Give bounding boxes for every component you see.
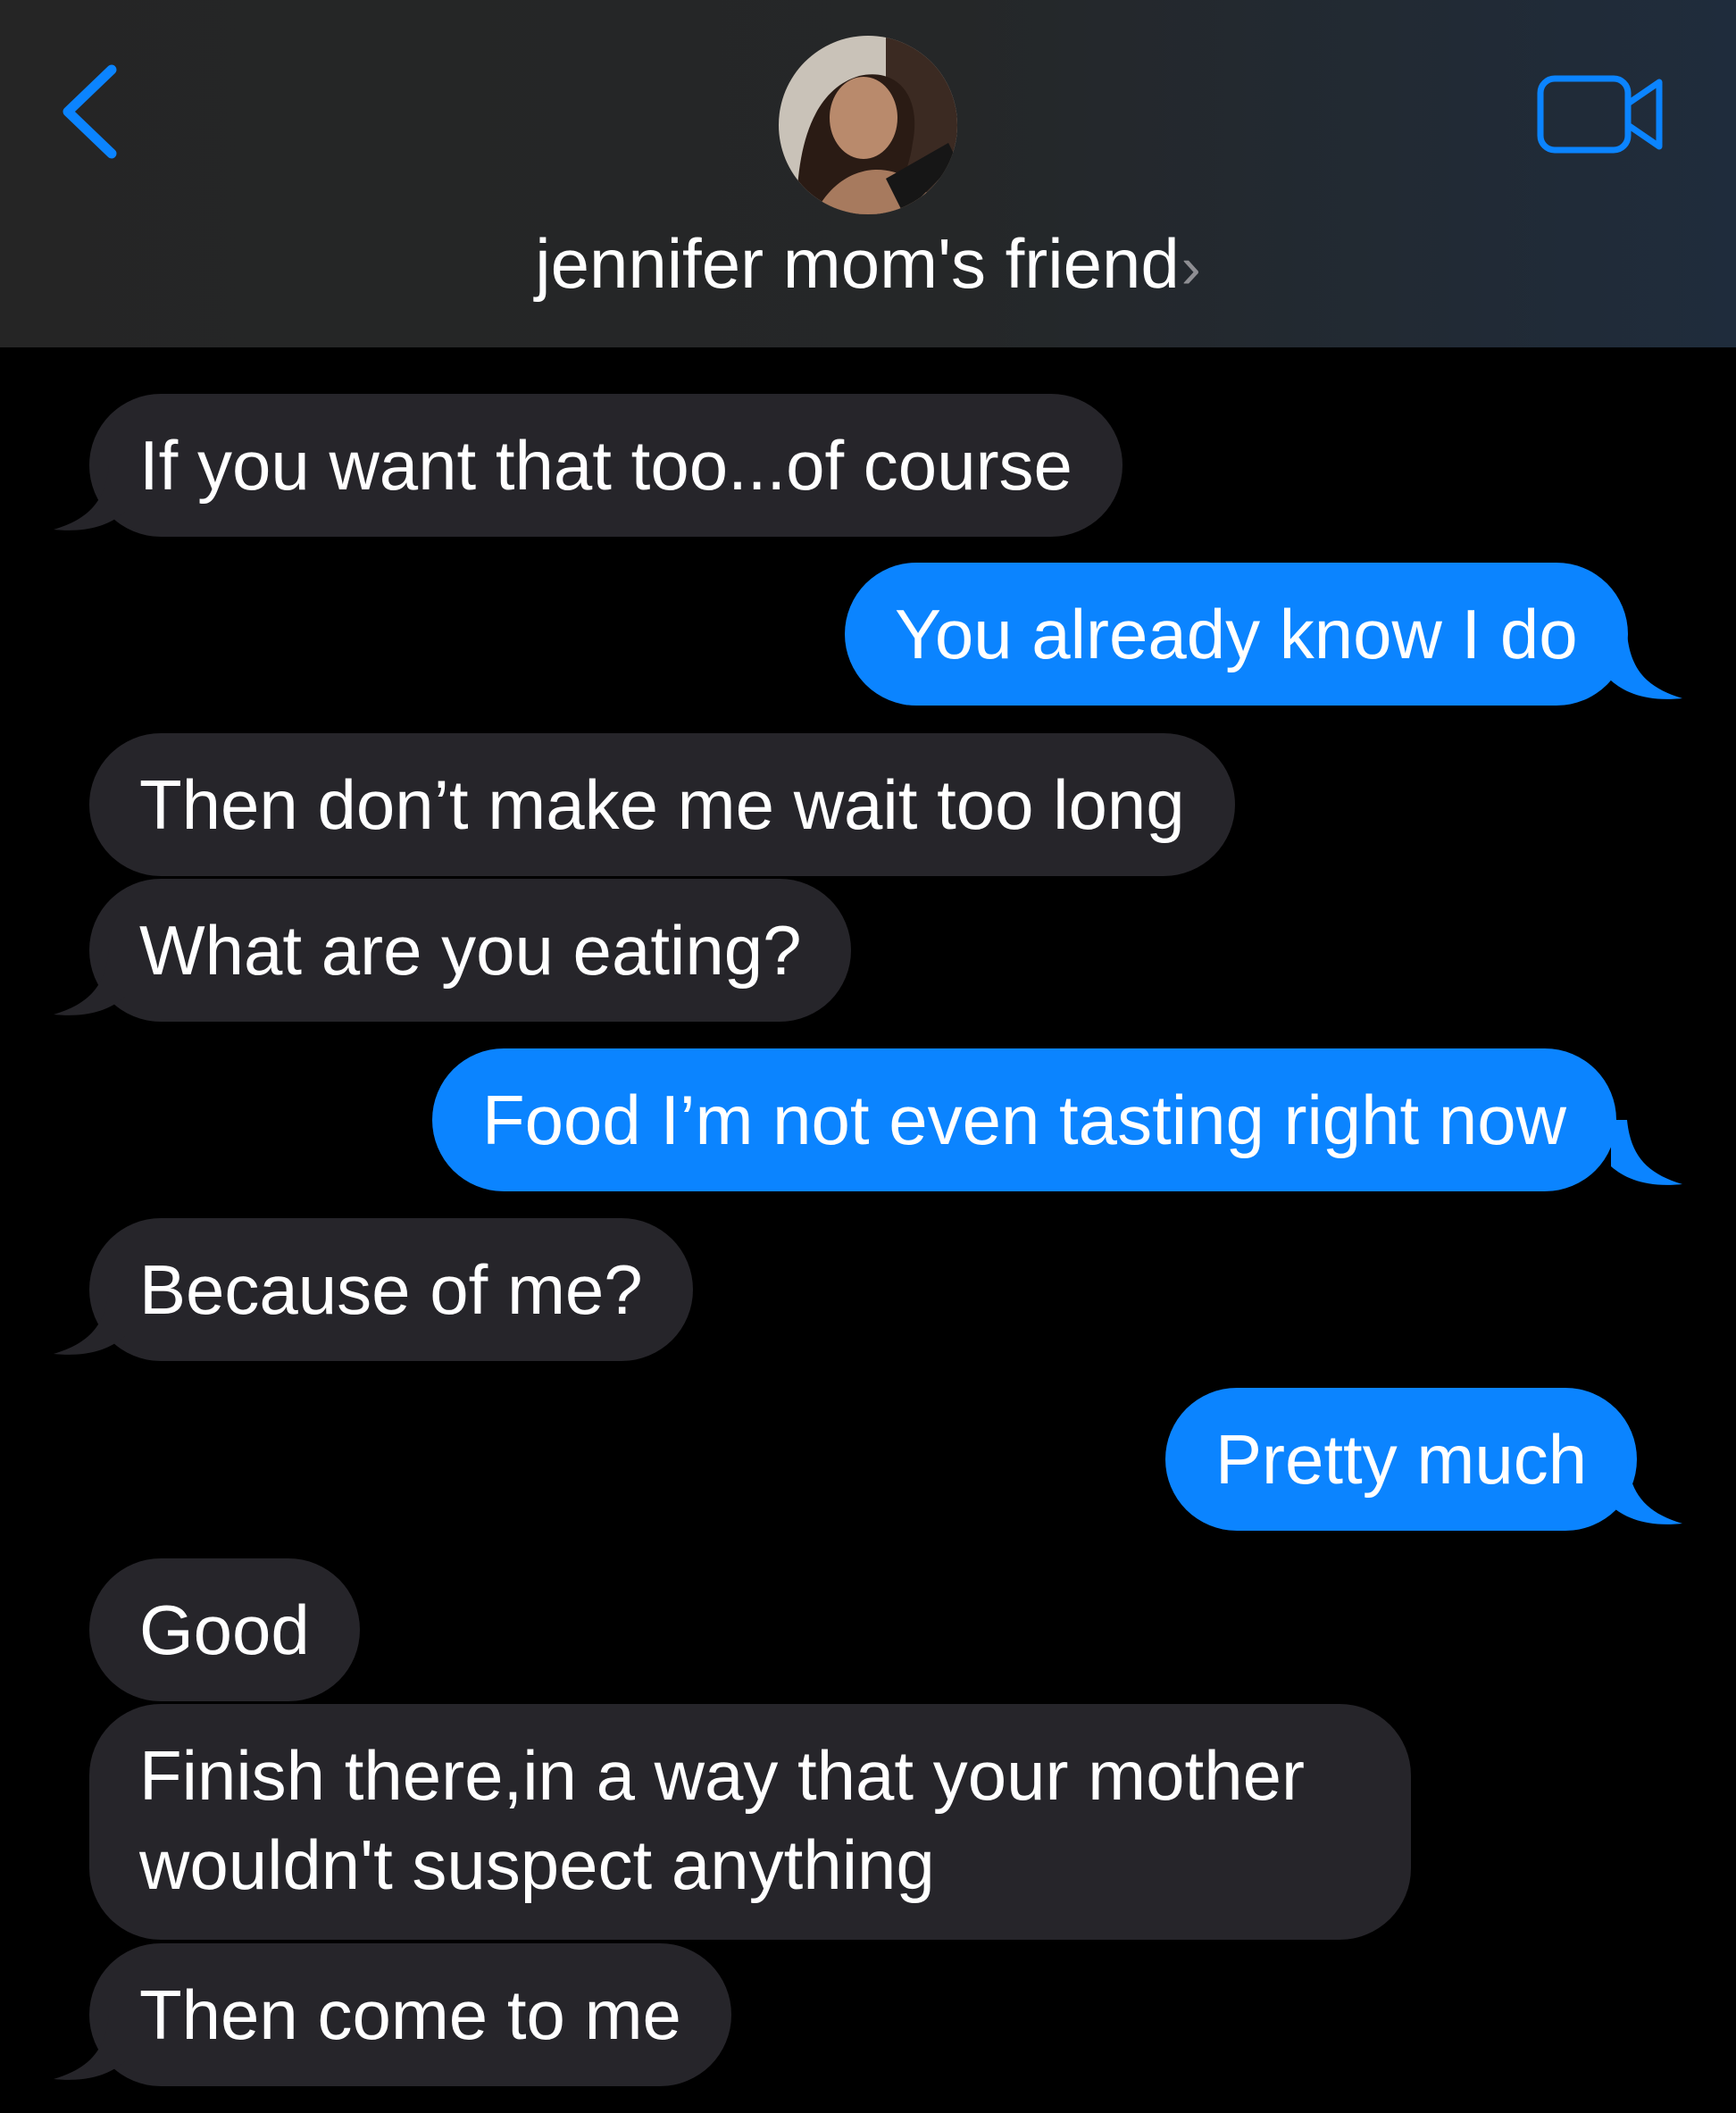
message-text: Because of me? [139,1250,643,1329]
bubble-tail [54,950,125,1015]
message-text: Food I’m not even tasting right now [482,1081,1566,1159]
video-camera-icon [1537,75,1663,154]
outgoing-message-bubble[interactable]: You already know I do [845,563,1628,706]
incoming-message-bubble[interactable]: Then don’t make me wait too long [89,733,1235,876]
message-text: If you want that too...of course [139,426,1072,505]
conversation-header: jennifer mom's friend› [0,0,1736,347]
outgoing-message-bubble[interactable]: Pretty much [1165,1388,1638,1531]
incoming-message-bubble[interactable]: Good [89,1558,360,1701]
incoming-message-bubble[interactable]: What are you eating? [89,879,852,1022]
facetime-video-button[interactable] [1536,71,1670,161]
incoming-message-bubble[interactable]: Because of me? [89,1218,693,1361]
incoming-message-bubble[interactable]: If you want that too...of course [89,394,1123,537]
message-text: Then don’t make me wait too long [139,765,1185,844]
message-text: Pretty much [1215,1420,1588,1499]
incoming-message-bubble[interactable]: Finish there,in a way that your mother w… [89,1704,1411,1940]
bubble-tail [1611,634,1682,699]
back-button[interactable] [45,54,134,170]
message-text: Then come to me [139,1975,681,2054]
incoming-message-bubble[interactable]: Then come to me [89,1943,731,2086]
contact-name: jennifer mom's friend [535,224,1180,303]
bubble-tail [54,1290,125,1355]
bubble-tail [54,465,125,530]
outgoing-message-bubble[interactable]: Food I’m not even tasting right now [432,1048,1616,1191]
message-text: Good [139,1591,310,1669]
bubble-tail [1611,1459,1682,1524]
message-text: What are you eating? [139,911,802,990]
bubble-tail [1611,1120,1682,1185]
chevron-left-icon [63,64,117,159]
contact-name-button[interactable]: jennifer mom's friend› [0,223,1736,304]
bubble-tail [54,2015,125,2080]
chevron-right-icon: › [1181,234,1201,300]
message-text: You already know I do [895,595,1578,673]
message-text: Finish there,in a way that your mother w… [139,1736,1305,1904]
contact-avatar[interactable] [779,36,957,214]
